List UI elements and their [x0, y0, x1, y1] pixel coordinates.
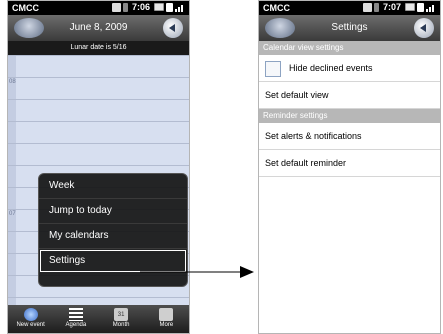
month-label: Month — [112, 322, 130, 328]
section-header-reminder: Reminder settings — [259, 109, 440, 123]
back-arrow-icon[interactable] — [414, 18, 434, 38]
set-default-view-label: Set default view — [265, 90, 329, 100]
battery-icon — [417, 2, 424, 12]
hour-label: 07 — [9, 211, 16, 217]
hour-gutter — [8, 276, 16, 298]
mail-icon — [154, 3, 164, 11]
hour-slot[interactable] — [8, 121, 189, 144]
hour-slot[interactable] — [8, 55, 189, 78]
hour-gutter — [8, 100, 16, 122]
hour-gutter — [8, 122, 16, 144]
carrier-label: CMCC — [12, 3, 39, 13]
signal-icon — [175, 3, 185, 12]
hour-slot[interactable] — [8, 143, 189, 166]
plus-icon — [23, 308, 38, 321]
signal-icon — [426, 3, 436, 12]
lunar-date: Lunar date is 5/16 — [8, 41, 189, 55]
more-button[interactable]: More — [144, 305, 189, 333]
hour-gutter — [8, 166, 16, 188]
menu-item-week[interactable]: Week — [39, 174, 187, 199]
hour-label: 08 — [9, 79, 16, 85]
status-bar: CMCC 7:07 — [259, 1, 440, 15]
battery-icon — [166, 2, 173, 12]
list-icon — [68, 308, 83, 321]
settings-screen: CMCC 7:07 Settings Calendar view setting… — [258, 0, 441, 334]
clock: 7:06 — [131, 2, 150, 12]
calendar-day-screen: CMCC 7:06 June 8, 2009 Lunar date is 5/1… — [7, 0, 190, 334]
new-event-button[interactable]: New event — [8, 305, 53, 333]
title-bar: Settings — [259, 15, 440, 41]
menu-item-my-calendars[interactable]: My calendars — [39, 224, 187, 249]
set-default-view-row[interactable]: Set default view — [259, 82, 440, 109]
hour-gutter — [8, 232, 16, 254]
menu-item-jump-to-today[interactable]: Jump to today — [39, 199, 187, 224]
section-header-calendar-view: Calendar view settings — [259, 41, 440, 55]
hide-declined-checkbox[interactable] — [265, 60, 281, 77]
carrier-label: CMCC — [263, 3, 290, 13]
more-label: More — [159, 322, 174, 328]
notification-icon — [362, 2, 372, 12]
set-alerts-label: Set alerts & notifications — [265, 131, 362, 141]
month-button[interactable]: 31 Month — [99, 305, 144, 333]
hour-gutter — [8, 56, 16, 78]
status-icons: 7:07 — [362, 2, 436, 12]
date-title: June 8, 2009 — [69, 22, 128, 33]
bottom-toolbar: New event Agenda 31 Month More — [8, 305, 189, 333]
set-alerts-row[interactable]: Set alerts & notifications — [259, 123, 440, 150]
calendar-icon: 31 — [114, 308, 129, 321]
set-default-reminder-row[interactable]: Set default reminder — [259, 150, 440, 177]
hide-declined-events-row[interactable]: Hide declined events — [259, 55, 440, 82]
hour-slot[interactable] — [8, 99, 189, 122]
hour-gutter — [8, 144, 16, 166]
back-arrow-icon[interactable] — [163, 18, 183, 38]
navigation-arrow — [140, 266, 254, 278]
clock: 7:07 — [382, 2, 401, 12]
settings-title: Settings — [331, 22, 368, 33]
hour-gutter — [8, 254, 16, 276]
set-default-reminder-label: Set default reminder — [265, 158, 347, 168]
status-bar: CMCC 7:06 — [8, 1, 189, 15]
more-icon — [159, 308, 174, 321]
phone-icon — [373, 2, 379, 12]
status-icons: 7:06 — [111, 2, 185, 12]
phone-icon — [122, 2, 128, 12]
hour-slot[interactable]: 08 — [8, 77, 189, 100]
hour-gutter — [8, 188, 16, 210]
agenda-label: Agenda — [65, 322, 87, 328]
notification-icon — [111, 2, 121, 12]
hide-declined-label: Hide declined events — [289, 63, 373, 73]
new-event-label: New event — [16, 322, 45, 328]
mail-icon — [405, 3, 415, 11]
title-bar: June 8, 2009 — [8, 15, 189, 41]
agenda-button[interactable]: Agenda — [53, 305, 98, 333]
